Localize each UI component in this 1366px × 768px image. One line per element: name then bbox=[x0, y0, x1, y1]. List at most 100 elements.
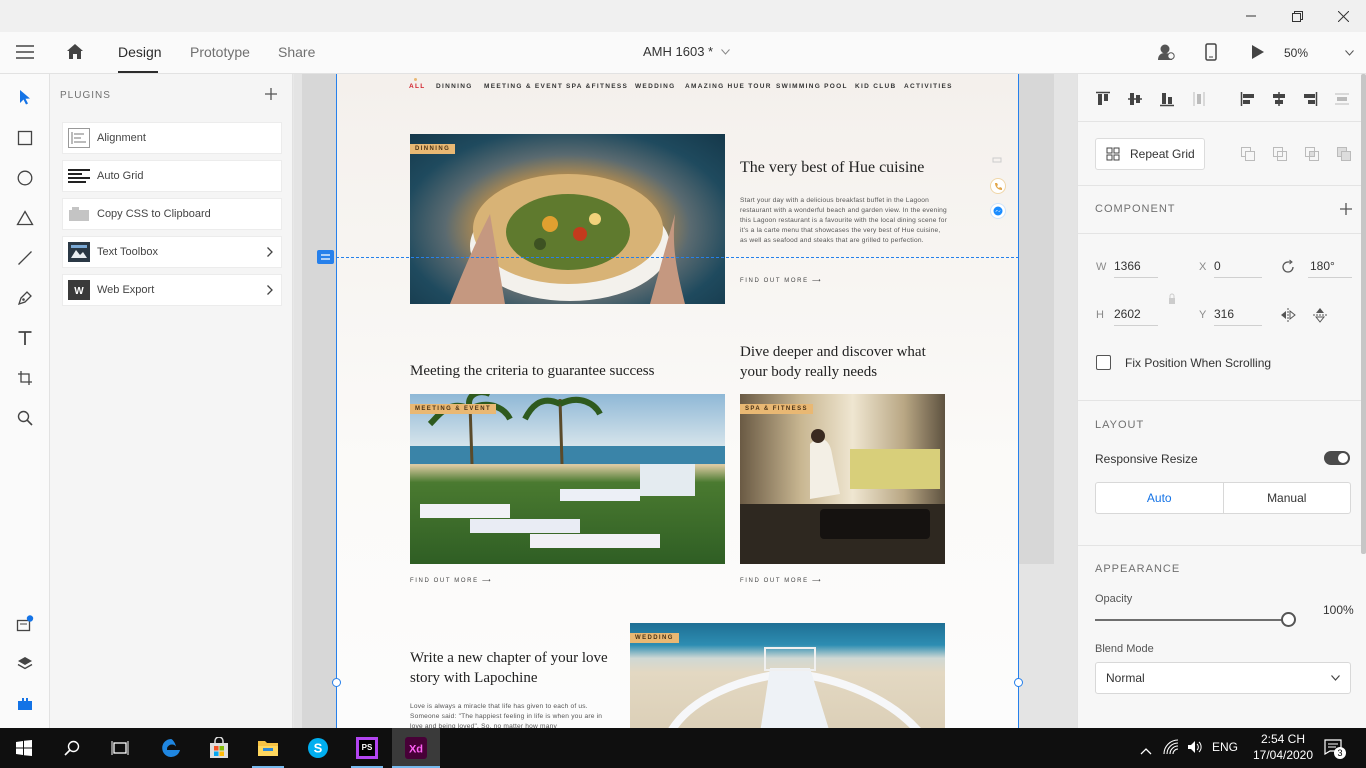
skype-icon[interactable]: S bbox=[294, 728, 342, 768]
plugin-item-copy-css[interactable]: Copy CSS to Clipboard bbox=[62, 198, 282, 230]
device-preview-icon[interactable] bbox=[1205, 43, 1217, 66]
line-tool-icon[interactable] bbox=[13, 246, 37, 270]
boolean-intersect-icon[interactable] bbox=[1305, 147, 1319, 166]
resize-mode-segmented: Auto Manual bbox=[1095, 482, 1351, 514]
inspector-scrollbar[interactable] bbox=[1361, 74, 1366, 554]
add-plugin-icon[interactable] bbox=[265, 87, 277, 105]
resize-handle-left[interactable] bbox=[332, 678, 341, 687]
polygon-tool-icon[interactable] bbox=[13, 206, 37, 230]
plugin-item-web-export[interactable]: W Web Export bbox=[62, 274, 282, 306]
boolean-subtract-icon[interactable] bbox=[1273, 147, 1287, 166]
search-icon[interactable] bbox=[48, 728, 96, 768]
plugins-icon[interactable] bbox=[13, 692, 37, 716]
divider bbox=[1078, 545, 1366, 546]
clock-date[interactable]: 17/04/2020 bbox=[1249, 748, 1317, 762]
chevron-down-icon bbox=[1345, 50, 1354, 56]
zoom-dropdown[interactable]: 50% bbox=[1284, 43, 1354, 63]
boolean-exclude-icon[interactable] bbox=[1337, 147, 1351, 166]
zoom-tool-icon[interactable] bbox=[13, 406, 37, 430]
clock-time[interactable]: 2:54 CH bbox=[1253, 732, 1313, 746]
ellipse-tool-icon[interactable] bbox=[13, 166, 37, 190]
minimize-icon[interactable] bbox=[1228, 0, 1274, 32]
zoom-value: 50% bbox=[1284, 46, 1309, 60]
action-center-icon[interactable]: 3 bbox=[1324, 739, 1346, 760]
width-input[interactable]: 1366 bbox=[1114, 256, 1158, 278]
show-hidden-icons-icon[interactable] bbox=[1140, 742, 1152, 760]
align-top-icon[interactable] bbox=[1095, 91, 1111, 112]
boolean-add-icon[interactable] bbox=[1241, 147, 1255, 166]
opacity-value[interactable]: 100% bbox=[1323, 603, 1354, 617]
fix-position-label: Fix Position When Scrolling bbox=[1125, 356, 1272, 370]
toggle-knob bbox=[1338, 453, 1348, 463]
align-middle-icon[interactable] bbox=[1127, 91, 1143, 112]
y-label: Y bbox=[1199, 309, 1207, 321]
adobe-xd-icon[interactable]: Xd bbox=[392, 728, 440, 768]
windows-start-icon[interactable] bbox=[0, 728, 48, 768]
flip-horizontal-icon[interactable] bbox=[1280, 307, 1296, 328]
x-input[interactable]: 0 bbox=[1214, 256, 1262, 278]
tab-share[interactable]: Share bbox=[278, 44, 315, 60]
resize-handle-right[interactable] bbox=[1014, 678, 1023, 687]
repeat-grid-icon bbox=[1106, 147, 1120, 161]
volume-icon[interactable] bbox=[1187, 740, 1203, 759]
phpstorm-icon[interactable]: PS bbox=[343, 728, 391, 768]
restore-icon[interactable] bbox=[1274, 0, 1320, 32]
document-title[interactable]: AMH 1603 * bbox=[643, 44, 730, 59]
blend-mode-select[interactable]: Normal bbox=[1095, 662, 1351, 694]
network-icon[interactable] bbox=[1163, 739, 1179, 760]
opacity-slider-thumb[interactable] bbox=[1280, 612, 1296, 627]
edge-browser-icon[interactable] bbox=[147, 728, 195, 768]
windows-taskbar: S PS Xd ENG 2:54 CH 17/04/2020 3 bbox=[0, 728, 1366, 768]
play-icon[interactable] bbox=[1251, 44, 1265, 65]
file-explorer-icon[interactable] bbox=[244, 728, 292, 768]
flip-vertical-icon[interactable] bbox=[1312, 307, 1328, 328]
language-indicator[interactable]: ENG bbox=[1212, 740, 1238, 754]
auto-button[interactable]: Auto bbox=[1096, 483, 1224, 513]
guide-handle-icon[interactable] bbox=[317, 250, 334, 264]
fix-position-checkbox[interactable] bbox=[1096, 355, 1111, 370]
user-preview-icon[interactable] bbox=[1157, 43, 1175, 66]
alignment-plugin-icon bbox=[67, 127, 91, 149]
tab-prototype[interactable]: Prototype bbox=[190, 44, 250, 60]
design-canvas[interactable]: ALL DINNING MEETING & EVENT SPA &FITNESS… bbox=[294, 74, 1077, 728]
appearance-header: APPEARANCE bbox=[1095, 563, 1181, 575]
align-bottom-icon[interactable] bbox=[1159, 91, 1175, 112]
pen-tool-icon[interactable] bbox=[13, 286, 37, 310]
opacity-slider-track[interactable] bbox=[1095, 612, 1296, 627]
add-component-icon[interactable] bbox=[1340, 202, 1352, 220]
selection-bounds bbox=[336, 74, 1019, 728]
store-icon[interactable] bbox=[195, 728, 243, 768]
responsive-resize-toggle[interactable] bbox=[1324, 451, 1350, 465]
close-icon[interactable] bbox=[1320, 0, 1366, 32]
plugin-label: Auto Grid bbox=[97, 170, 144, 182]
assets-icon[interactable] bbox=[13, 612, 37, 636]
layers-icon[interactable] bbox=[13, 652, 37, 676]
responsive-resize-label: Responsive Resize bbox=[1095, 452, 1198, 466]
manual-button[interactable]: Manual bbox=[1224, 483, 1351, 513]
lock-aspect-icon[interactable] bbox=[1168, 292, 1176, 310]
hamburger-menu-icon[interactable] bbox=[16, 45, 34, 64]
rectangle-tool-icon[interactable] bbox=[13, 126, 37, 150]
distribute-vertical-icon[interactable] bbox=[1191, 91, 1207, 112]
repeat-grid-button[interactable]: Repeat Grid bbox=[1095, 138, 1205, 170]
height-input[interactable]: 2602 bbox=[1114, 304, 1158, 326]
plugin-item-auto-grid[interactable]: Auto Grid bbox=[62, 160, 282, 192]
distribute-horizontal-icon[interactable] bbox=[1334, 91, 1350, 112]
tab-design[interactable]: Design bbox=[118, 44, 162, 60]
task-view-icon[interactable] bbox=[96, 728, 144, 768]
align-right-icon[interactable] bbox=[1302, 91, 1318, 112]
artboard-tool-icon[interactable] bbox=[13, 366, 37, 390]
chevron-down-icon bbox=[721, 48, 730, 55]
y-input[interactable]: 316 bbox=[1214, 304, 1262, 326]
width-value: 1366 bbox=[1114, 259, 1141, 273]
height-label: H bbox=[1096, 309, 1104, 321]
plugin-item-text-toolbox[interactable]: Text Toolbox bbox=[62, 236, 282, 268]
rotation-input[interactable]: 180° bbox=[1308, 256, 1352, 278]
chevron-down-icon bbox=[1331, 675, 1340, 681]
plugin-item-alignment[interactable]: Alignment bbox=[62, 122, 282, 154]
home-icon[interactable] bbox=[66, 43, 84, 65]
text-tool-icon[interactable] bbox=[13, 326, 37, 350]
align-left-icon[interactable] bbox=[1240, 91, 1256, 112]
select-tool-icon[interactable] bbox=[13, 85, 37, 109]
align-center-icon[interactable] bbox=[1271, 91, 1287, 112]
